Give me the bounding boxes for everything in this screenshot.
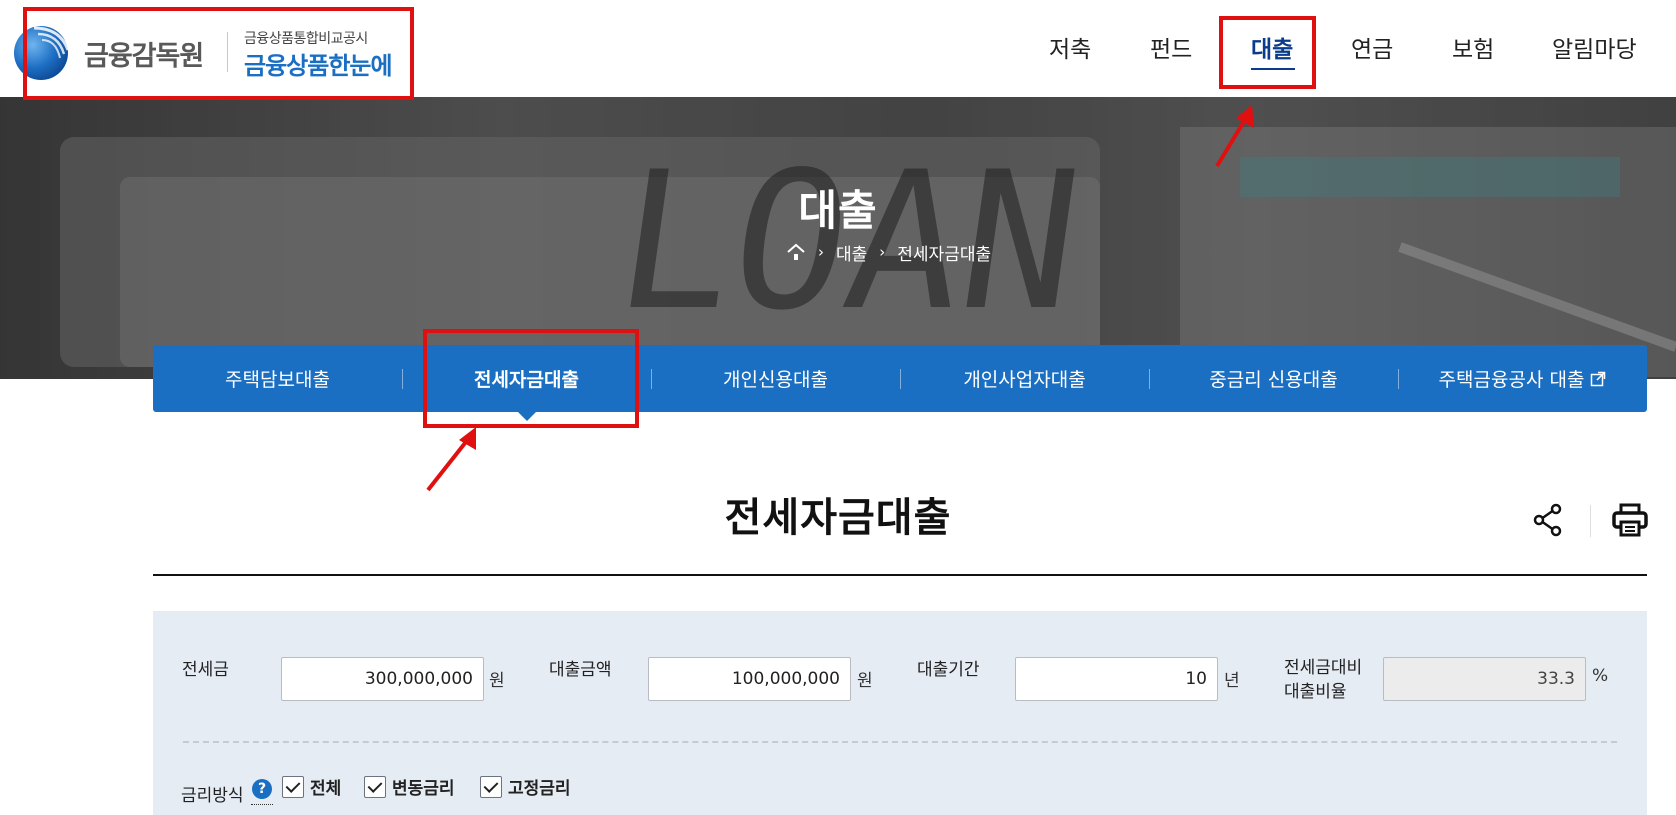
- chevron-right-icon: ›: [818, 243, 824, 261]
- fss-globe-logo-icon: [14, 26, 70, 80]
- jeonse-amount-label: 전세금: [182, 660, 229, 680]
- tab-mortgage-loan[interactable]: 주택담보대출: [153, 345, 402, 412]
- nav-item-pension[interactable]: 연금: [1351, 30, 1393, 64]
- page-title: 전세자금대출: [724, 495, 952, 541]
- logo-main-title: 금융상품한눈에: [244, 52, 393, 80]
- loan-amount-input[interactable]: [648, 657, 851, 701]
- loan-ratio-output: [1383, 657, 1586, 701]
- site-logo[interactable]: 금융감독원 금융상품통합비교공시 금융상품한눈에: [12, 22, 402, 82]
- toolbar-divider: [1590, 505, 1591, 537]
- hero-background-image: LOAN: [0, 97, 1676, 379]
- loan-period-label: 대출기간: [917, 660, 980, 680]
- loan-period-unit: 년: [1224, 671, 1240, 691]
- tab-personal-credit-loan[interactable]: 개인신용대출: [651, 345, 900, 412]
- loan-ratio-unit: %: [1592, 666, 1609, 686]
- rate-fixed-label: 고정금리: [508, 779, 571, 799]
- logo-subtitle: 금융상품통합비교공시: [244, 31, 368, 47]
- help-underline: [251, 804, 273, 805]
- tab-business-loan[interactable]: 개인사업자대출: [900, 345, 1149, 412]
- chevron-right-icon: ›: [879, 243, 886, 261]
- loan-ratio-label-line2: 대출비율: [1284, 682, 1347, 702]
- breadcrumb-item-jeonse-loan[interactable]: 전세자금대출: [897, 240, 991, 265]
- print-icon[interactable]: [1612, 503, 1648, 537]
- nav-item-funds[interactable]: 펀드: [1150, 30, 1192, 64]
- nav-item-insurance[interactable]: 보험: [1452, 30, 1494, 64]
- checkbox-checked-icon: [364, 775, 386, 798]
- logo-divider: [227, 32, 228, 72]
- hero-title: 대출: [798, 186, 878, 235]
- site-header: 금융감독원 금융상품통합비교공시 금융상품한눈에 저축 펀드 대출 연금 보험 …: [0, 0, 1676, 97]
- tab-jeonse-loan[interactable]: 전세자금대출: [402, 345, 651, 421]
- loan-period-input[interactable]: [1015, 657, 1218, 701]
- nav-item-notices[interactable]: 알림마당: [1552, 30, 1637, 64]
- loan-subtabs: 주택담보대출 전세자금대출 개인신용대출 개인사업자대출 중금리 신용대출 주택…: [153, 345, 1647, 421]
- rate-all-checkbox[interactable]: 전체: [282, 774, 341, 799]
- external-link-icon: [1591, 371, 1606, 386]
- jeonse-amount-unit: 원: [489, 671, 505, 691]
- home-icon[interactable]: [786, 242, 806, 262]
- nav-item-loans[interactable]: 대출: [1251, 30, 1293, 64]
- nav-item-savings[interactable]: 저축: [1049, 30, 1091, 64]
- rate-type-label: 금리방식: [181, 786, 244, 806]
- tab-mid-rate-credit-loan[interactable]: 중금리 신용대출: [1149, 345, 1398, 412]
- loan-amount-label: 대출금액: [549, 660, 612, 680]
- breadcrumb: › 대출 › 전세자금대출: [786, 240, 991, 265]
- rate-variable-checkbox[interactable]: 변동금리: [364, 774, 455, 799]
- checkbox-checked-icon: [480, 775, 502, 798]
- rate-all-label: 전체: [310, 779, 342, 799]
- share-icon[interactable]: [1532, 503, 1564, 537]
- org-name: 금융감독원: [84, 41, 204, 72]
- rate-fixed-checkbox[interactable]: 고정금리: [480, 774, 571, 799]
- tab-hf-loan[interactable]: 주택금융공사 대출: [1398, 345, 1647, 412]
- help-icon[interactable]: ?: [252, 779, 272, 799]
- jeonse-amount-input[interactable]: [281, 657, 484, 701]
- nav-active-underline: [1251, 68, 1295, 70]
- title-divider: [153, 574, 1647, 576]
- rate-variable-label: 변동금리: [392, 779, 455, 799]
- loan-calculator-form: 전세금 원 대출금액 원 대출기간 년 전세금대비 대출비율 % 금리방식 ? …: [153, 611, 1647, 815]
- hero-banner: LOAN 대출 › 대출 › 전세자금대출: [0, 97, 1676, 379]
- checkbox-checked-icon: [282, 775, 304, 798]
- form-divider: [183, 741, 1617, 743]
- breadcrumb-item-loans[interactable]: 대출: [836, 240, 867, 265]
- loan-ratio-label-line1: 전세금대비: [1284, 658, 1363, 678]
- loan-amount-unit: 원: [857, 671, 873, 691]
